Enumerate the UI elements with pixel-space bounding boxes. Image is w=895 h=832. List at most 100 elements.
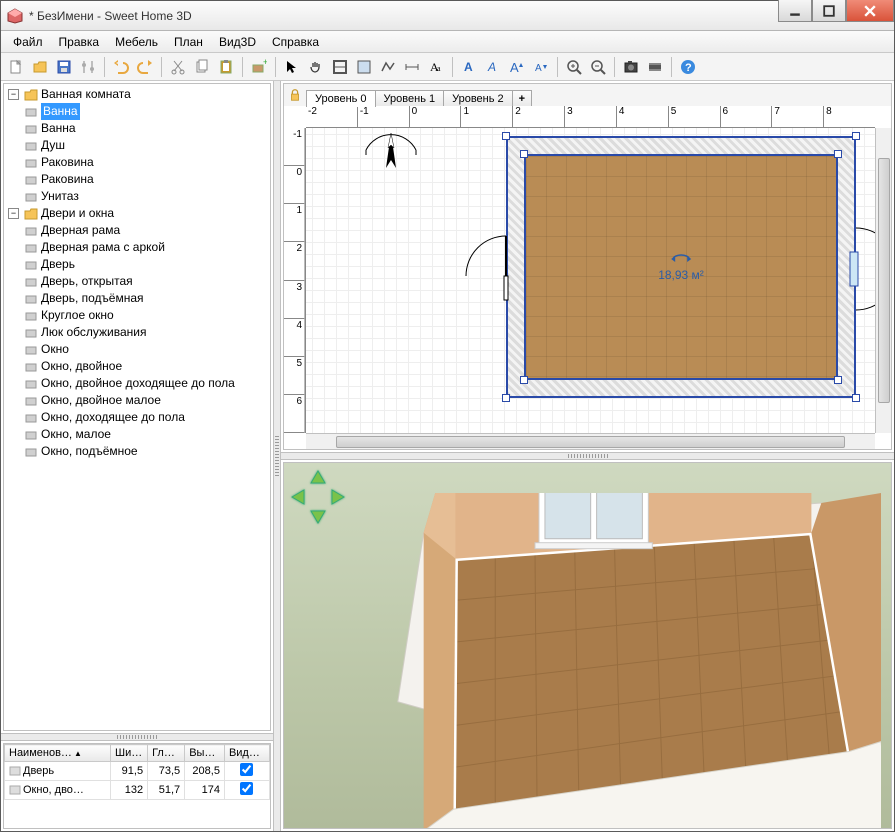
- menu-правка[interactable]: Правка: [53, 33, 106, 51]
- door-icon[interactable]: [462, 232, 522, 302]
- plan-h-scrollbar[interactable]: [306, 433, 875, 449]
- column-header[interactable]: Вы…: [185, 745, 225, 762]
- visibility-checkbox[interactable]: [240, 782, 253, 795]
- open-file-button[interactable]: [29, 56, 51, 78]
- table-row[interactable]: Окно, дво…13251,7174: [5, 781, 270, 800]
- window-icon[interactable]: [840, 224, 875, 314]
- room[interactable]: 18,93 м²: [524, 154, 838, 380]
- expand-toggle[interactable]: −: [8, 208, 19, 219]
- wall-handle[interactable]: [834, 150, 842, 158]
- new-file-button[interactable]: [5, 56, 27, 78]
- nav-right-button[interactable]: [328, 488, 346, 506]
- column-header[interactable]: Глу…: [148, 745, 185, 762]
- select-tool-button[interactable]: [281, 56, 303, 78]
- vertical-splitter[interactable]: [273, 81, 281, 831]
- wall-handle[interactable]: [502, 132, 510, 140]
- plan-v-scrollbar[interactable]: [875, 128, 891, 433]
- undo-button[interactable]: [110, 56, 132, 78]
- pan-tool-button[interactable]: [305, 56, 327, 78]
- create-rooms-button[interactable]: [353, 56, 375, 78]
- create-text-button[interactable]: Aa: [425, 56, 447, 78]
- wall-handle[interactable]: [502, 394, 510, 402]
- compass-icon[interactable]: [356, 128, 426, 198]
- catalog-item[interactable]: Окно, двойное: [24, 358, 268, 375]
- create-polyline-button[interactable]: [377, 56, 399, 78]
- wall-handle[interactable]: [520, 376, 528, 384]
- menu-мебель[interactable]: Мебель: [109, 33, 164, 51]
- catalog-item[interactable]: Дверь, подъёмная: [24, 290, 268, 307]
- right-splitter[interactable]: [281, 452, 894, 460]
- zoom-in-button[interactable]: [563, 56, 585, 78]
- expand-toggle[interactable]: −: [8, 89, 19, 100]
- catalog-item[interactable]: Раковина: [24, 171, 268, 188]
- menu-вид3d[interactable]: Вид3D: [213, 33, 262, 51]
- column-header[interactable]: Ши…: [111, 745, 148, 762]
- catalog-item[interactable]: Окно, подъёмное: [24, 443, 268, 460]
- level-tab[interactable]: Уровень 0: [306, 90, 376, 107]
- text-bold-button[interactable]: A: [458, 56, 480, 78]
- catalog-item[interactable]: Дверная рама: [24, 222, 268, 239]
- menu-план[interactable]: План: [168, 33, 209, 51]
- left-splitter[interactable]: [1, 733, 273, 741]
- lock-plan-button[interactable]: [286, 86, 304, 104]
- level-tab[interactable]: Уровень 1: [375, 90, 445, 107]
- column-header[interactable]: Види…: [224, 745, 269, 762]
- furniture-catalog-tree[interactable]: −Ванная комнатаВаннаВаннаДушРаковинаРако…: [3, 83, 271, 731]
- redo-button[interactable]: [134, 56, 156, 78]
- catalog-item[interactable]: Окно: [24, 341, 268, 358]
- catalog-item[interactable]: Ванна: [24, 103, 268, 120]
- text-italic-button[interactable]: A: [482, 56, 504, 78]
- catalog-item[interactable]: Унитаз: [24, 188, 268, 205]
- table-row[interactable]: Дверь91,573,5208,5: [5, 762, 270, 781]
- menu-справка[interactable]: Справка: [266, 33, 325, 51]
- catalog-item[interactable]: Дверная рама с аркой: [24, 239, 268, 256]
- create-photo-button[interactable]: [620, 56, 642, 78]
- view-3d-panel[interactable]: [283, 462, 892, 829]
- nav-down-button[interactable]: [309, 507, 327, 525]
- catalog-item[interactable]: Окно, двойное доходящее до пола: [24, 375, 268, 392]
- furniture-list[interactable]: Наименов…▲Ши…Глу…Вы…Види…Дверь91,573,520…: [3, 743, 271, 829]
- catalog-category[interactable]: −Ванная комната: [8, 86, 268, 103]
- decrease-text-button[interactable]: A: [530, 56, 552, 78]
- catalog-item[interactable]: Раковина: [24, 154, 268, 171]
- catalog-item[interactable]: Душ: [24, 137, 268, 154]
- catalog-item[interactable]: Окно, доходящее до пола: [24, 409, 268, 426]
- catalog-item[interactable]: Окно, малое: [24, 426, 268, 443]
- nav-up-button[interactable]: [309, 469, 327, 487]
- paste-button[interactable]: [215, 56, 237, 78]
- catalog-item[interactable]: Окно, двойное малое: [24, 392, 268, 409]
- create-video-button[interactable]: [644, 56, 666, 78]
- add-furniture-button[interactable]: +: [248, 56, 270, 78]
- catalog-item[interactable]: Ванна: [24, 120, 268, 137]
- add-level-button[interactable]: +: [512, 90, 532, 107]
- catalog-item[interactable]: Круглое окно: [24, 307, 268, 324]
- visibility-checkbox[interactable]: [240, 763, 253, 776]
- menu-файл[interactable]: Файл: [7, 33, 49, 51]
- plan-canvas[interactable]: 18,93 м²: [306, 128, 875, 433]
- wall-handle[interactable]: [852, 132, 860, 140]
- minimize-button[interactable]: [778, 0, 812, 22]
- help-button[interactable]: ?: [677, 56, 699, 78]
- increase-text-button[interactable]: A: [506, 56, 528, 78]
- create-walls-button[interactable]: [329, 56, 351, 78]
- furniture-icon: [24, 275, 38, 289]
- maximize-button[interactable]: [812, 0, 846, 22]
- close-button[interactable]: [846, 0, 894, 22]
- catalog-item[interactable]: Люк обслуживания: [24, 324, 268, 341]
- catalog-item[interactable]: Дверь, открытая: [24, 273, 268, 290]
- cut-button[interactable]: [167, 56, 189, 78]
- wall-handle[interactable]: [852, 394, 860, 402]
- preferences-button[interactable]: [77, 56, 99, 78]
- zoom-out-button[interactable]: [587, 56, 609, 78]
- level-tab[interactable]: Уровень 2: [443, 90, 513, 107]
- catalog-item[interactable]: Дверь: [24, 256, 268, 273]
- save-button[interactable]: [53, 56, 75, 78]
- catalog-category[interactable]: −Двери и окна: [8, 205, 268, 222]
- furniture-icon: [24, 309, 38, 323]
- wall-handle[interactable]: [834, 376, 842, 384]
- column-header[interactable]: Наименов…▲: [5, 745, 111, 762]
- copy-button[interactable]: [191, 56, 213, 78]
- create-dimensions-button[interactable]: [401, 56, 423, 78]
- wall-handle[interactable]: [520, 150, 528, 158]
- nav-left-button[interactable]: [290, 488, 308, 506]
